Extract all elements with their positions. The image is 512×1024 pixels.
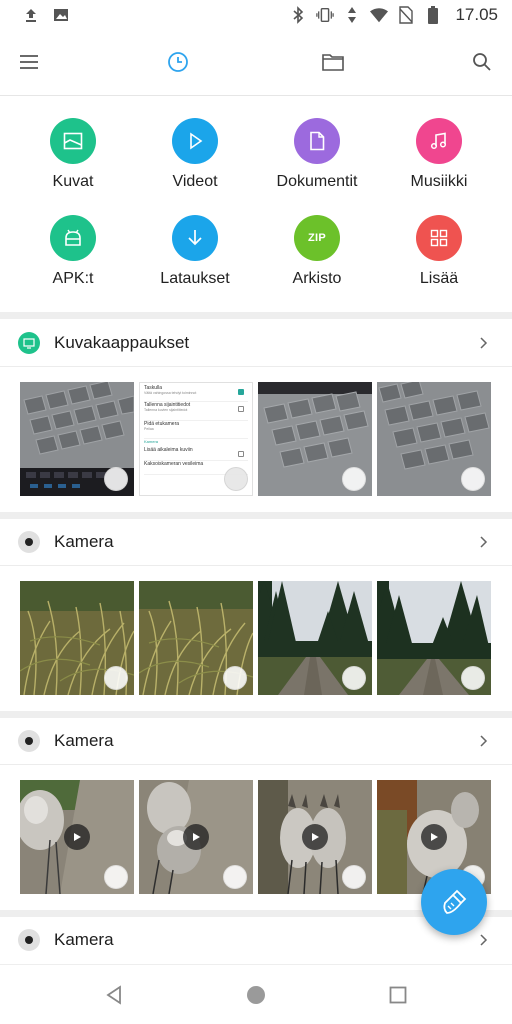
system-nav-bar	[0, 964, 512, 1024]
select-checkbox[interactable]	[342, 666, 366, 690]
thumbnail[interactable]: Taskulla Vältä vahingossa tehdyt toiminno…	[139, 382, 253, 496]
grid-icon	[416, 215, 462, 261]
search-icon[interactable]	[466, 46, 498, 78]
thumbnail-row-camera-1	[20, 581, 492, 695]
category-label: Musiikki	[410, 173, 468, 190]
section-divider	[0, 366, 512, 367]
thumbnail[interactable]	[20, 581, 134, 695]
category-label: Dokumentit	[276, 173, 358, 190]
download-icon	[172, 215, 218, 261]
category-label: APK:t	[52, 270, 94, 287]
select-checkbox[interactable]	[223, 865, 247, 889]
section-divider	[0, 565, 512, 566]
no-sim-icon	[397, 6, 415, 24]
video-thumbnail[interactable]	[20, 780, 134, 894]
select-checkbox[interactable]	[224, 467, 248, 491]
status-time: 17.05	[455, 5, 498, 24]
camera-dot-icon	[18, 929, 40, 951]
category-grid: Kuvat Videot Dokumentit Musiikki APK:t L…	[0, 96, 512, 312]
section-separator	[0, 711, 512, 718]
category-more[interactable]: Lisää	[375, 193, 503, 293]
thumbnail[interactable]	[258, 581, 372, 695]
section-title: Kuvakaappaukset	[54, 333, 190, 352]
top-toolbar	[0, 34, 512, 90]
clean-brush-button[interactable]	[421, 869, 487, 935]
android-icon	[50, 215, 96, 261]
screenshot-icon	[18, 332, 40, 354]
bluetooth-icon	[289, 6, 307, 24]
document-icon	[294, 118, 340, 164]
select-checkbox[interactable]	[104, 865, 128, 889]
category-videos[interactable]: Videot	[131, 96, 259, 196]
select-checkbox[interactable]	[104, 467, 128, 491]
section-separator	[0, 512, 512, 519]
section-title: Kamera	[54, 731, 114, 750]
select-checkbox[interactable]	[461, 666, 485, 690]
section-header-camera[interactable]: Kamera	[0, 519, 512, 565]
section-header-camera[interactable]: Kamera	[0, 718, 512, 764]
select-checkbox[interactable]	[342, 467, 366, 491]
category-documents[interactable]: Dokumentit	[253, 96, 381, 196]
image-icon	[50, 118, 96, 164]
vibrate-icon	[316, 6, 335, 24]
category-music[interactable]: Musiikki	[375, 96, 503, 196]
video-thumbnail[interactable]	[139, 780, 253, 894]
thumbnail[interactable]	[377, 382, 491, 496]
upload-notification-icon	[22, 6, 40, 24]
zip-icon: ZIP	[294, 215, 340, 261]
category-label: Kuvat	[52, 173, 94, 190]
clean-brush-icon	[443, 889, 467, 914]
section-separator	[0, 312, 512, 319]
thumbnail[interactable]	[20, 382, 134, 496]
select-checkbox[interactable]	[461, 467, 485, 491]
category-apks[interactable]: APK:t	[9, 193, 137, 293]
category-label: Lataukset	[160, 270, 230, 287]
recents-icon[interactable]	[385, 982, 411, 1008]
play-icon[interactable]	[302, 824, 328, 850]
music-icon	[416, 118, 462, 164]
category-images[interactable]: Kuvat	[9, 96, 137, 196]
play-icon[interactable]	[421, 824, 447, 850]
chevron-right-icon	[480, 337, 488, 349]
select-checkbox[interactable]	[104, 666, 128, 690]
play-icon[interactable]	[183, 824, 209, 850]
image-notification-icon	[52, 6, 70, 24]
wifi-icon	[370, 6, 389, 24]
camera-dot-icon	[18, 531, 40, 553]
section-header-screenshots[interactable]: Kuvakaappaukset	[0, 320, 512, 366]
play-icon	[172, 118, 218, 164]
select-checkbox[interactable]	[342, 865, 366, 889]
section-title: Kamera	[54, 930, 114, 949]
thumbnail-row-camera-2	[20, 780, 492, 894]
chevron-right-icon	[480, 536, 488, 548]
category-label: Arkisto	[292, 270, 342, 287]
category-archives[interactable]: ZIP Arkisto	[253, 193, 381, 293]
thumbnail-row-screenshots: Taskulla Vältä vahingossa tehdyt toiminno…	[20, 382, 492, 496]
thumbnail[interactable]	[139, 581, 253, 695]
data-transfer-icon	[343, 6, 361, 24]
category-label: Videot	[172, 173, 218, 190]
thumbnail[interactable]	[258, 382, 372, 496]
camera-dot-icon	[18, 730, 40, 752]
menu-icon[interactable]	[13, 46, 45, 78]
section-title: Kamera	[54, 532, 114, 551]
back-icon[interactable]	[101, 982, 127, 1008]
folder-icon[interactable]	[317, 46, 349, 78]
clock-icon[interactable]	[162, 46, 194, 78]
category-label: Lisää	[419, 270, 459, 287]
home-icon[interactable]	[243, 982, 269, 1008]
status-bar: 17.05	[0, 0, 512, 30]
select-checkbox[interactable]	[223, 666, 247, 690]
play-icon[interactable]	[64, 824, 90, 850]
battery-icon	[424, 6, 442, 24]
chevron-right-icon	[480, 934, 488, 946]
chevron-right-icon	[480, 735, 488, 747]
video-thumbnail[interactable]	[258, 780, 372, 894]
section-divider	[0, 764, 512, 765]
category-downloads[interactable]: Lataukset	[131, 193, 259, 293]
thumbnail[interactable]	[377, 581, 491, 695]
